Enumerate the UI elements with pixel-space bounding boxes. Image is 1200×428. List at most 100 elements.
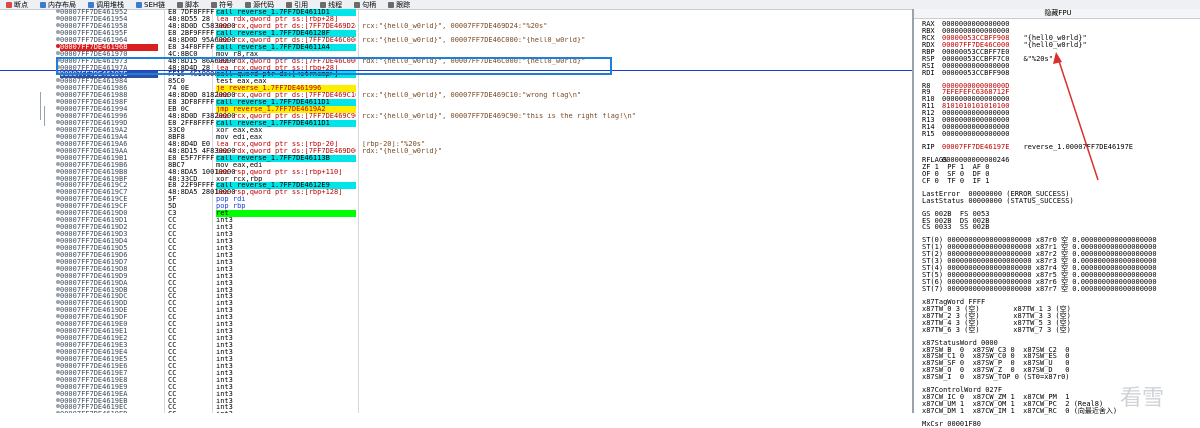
disasm-row[interactable]: 00007FF7DE4619DD CC int3 [0,300,912,307]
disasm-row[interactable]: 00007FF7DE461954 48:8D55 28 lea rdx,qword … [0,15,912,23]
disasm-row[interactable]: 00007FF7DE4619DC CC int3 [0,293,912,300]
disasm-address: 00007FF7DE4619DB [60,286,128,294]
disasm-row[interactable]: 00007FF7DE4619CE 5F pop rdi [0,196,912,203]
disasm-instruction: int3 [216,251,233,259]
disasm-row[interactable]: 00007FF7DE461958 48:8D0D C5830000 lea rcx,… [0,22,912,30]
disasm-row[interactable]: 00007FF7DE461996 48:8D0D F3820000 lea rcx,… [0,113,912,120]
disasm-address: 00007FF7DE461952 [60,9,128,16]
tab-handle[interactable]: 句柄 [348,0,382,9]
disasm-row[interactable]: 00007FF7DE4619D4 CC int3 [0,237,912,245]
disasm-address: 00007FF7DE4619E6 [60,362,128,370]
disasm-row[interactable]: 00007FF7DE4619E8 CC int3 [0,376,912,384]
disasm-instruction: int3 [216,376,233,384]
disasm-row[interactable]: 00007FF7DE4619EA CC int3 [0,390,912,398]
register-r15[interactable]: R15 0000000000000000 [922,131,1198,138]
disasm-address: 00007FF7DE46199D [60,120,128,127]
disasm-row[interactable]: 00007FF7DE4619B1 E8 E5F7FFFF call reverse_… [0,154,912,162]
disasm-row[interactable]: 00007FF7DE4619B8 48:8DA5 10010000 lea rsp,… [0,168,912,176]
disasm-row[interactable]: 00007FF7DE4619D5 CC int3 [0,244,912,252]
tab-seh[interactable]: SEH链 [130,0,171,9]
tab-trace[interactable]: 跟踪 [382,0,416,9]
disasm-row[interactable]: 00007FF7DE46195F E8 2BF9FFFF call reverse_… [0,29,912,37]
disasm-row[interactable]: 00007FF7DE46196B E8 34F8FFFF call reverse_… [0,43,912,51]
disasm-row[interactable]: 00007FF7DE4619D2 CC int3 [0,224,912,231]
disasm-row[interactable]: 00007FF7DE461964 48:8D0D 95A60000 lea rcx,… [0,36,912,44]
disasm-row[interactable]: 00007FF7DE4619E2 CC int3 [0,335,912,342]
disasm-instruction: int3 [216,390,233,398]
disasm-row[interactable]: 00007FF7DE4619C7 48:8DA5 28010000 lea rsp,… [0,189,912,196]
disasm-row[interactable]: 00007FF7DE461988 48:8D0D 81820000 lea rcx,… [0,92,912,99]
registers-panel[interactable]: 隐藏FPU RAX 0000000000000000 RBX 000000000000… [912,9,1200,427]
disasm-row[interactable]: 00007FF7DE4619EB CC int3 [0,397,912,405]
disasm-row[interactable]: 00007FF7DE4619CF 5D pop rbp [0,203,912,210]
disasm-row[interactable]: 00007FF7DE4619E9 CC int3 [0,383,912,391]
script-icon [177,1,184,8]
disasm-row[interactable]: 00007FF7DE461984 85C0 test eax,eax [0,78,912,85]
disasm-address: 00007FF7DE461988 [60,92,128,100]
disasm-instruction: int3 [216,348,233,356]
disasm-row[interactable]: 00007FF7DE4619AA 48:8D15 4F830000 lea rdx,… [0,147,912,155]
disasm-row[interactable]: 00007FF7DE4619D1 CC int3 [0,217,912,224]
tab-source[interactable]: 源代码 [239,0,280,9]
register-value[interactable]: 00000053CCBFF908 [942,69,1009,77]
disasm-row[interactable]: 00007FF7DE461952 E8 7DF8FFFF call reverse_… [0,9,912,16]
tab-reference[interactable]: 引用 [280,0,314,9]
disasm-instruction: call reverse_1.7FF7DE4611D1 [216,9,356,16]
disasm-row[interactable]: 00007FF7DE4619A4 8BF8 mov edi,eax [0,133,912,141]
disasm-row[interactable]: 00007FF7DE4619C2 E8 22F9FFFF call reverse_… [0,182,912,190]
disasm-address: 00007FF7DE4619D0 [60,210,128,218]
disasm-row[interactable]: 00007FF7DE4619E4 CC int3 [0,348,912,356]
disasm-row[interactable]: 00007FF7DE4619E5 CC int3 [0,355,912,363]
disasm-row[interactable]: 00007FF7DE46199D E8 2FF8FFFF call reverse_… [0,120,912,127]
register-name: R15 [922,130,935,139]
disasm-row[interactable]: 00007FF7DE4619DA CC int3 [0,279,912,287]
disasm-row[interactable]: 00007FF7DE461994 EB 0C jmp reverse_1.7FF7D… [0,106,912,114]
annotation-highlight-box [56,57,612,75]
disasm-address: 00007FF7DE4619BF [60,175,128,183]
tab-symbol[interactable]: 符号 [205,0,239,9]
disasm-row[interactable]: 00007FF7DE4619E6 CC int3 [0,362,912,370]
disasm-row[interactable]: 00007FF7DE4619E1 CC int3 [0,328,912,335]
reference-icon [286,1,293,8]
disasm-row[interactable]: 00007FF7DE461986 74 0E je reverse_1.7FF7DE… [0,85,912,93]
register-info-line: CS 0033 SS 002B [922,223,990,232]
disasm-address: 00007FF7DE461954 [60,15,128,23]
jump-arrow-line [40,92,41,120]
disasm-row[interactable]: 00007FF7DE46198F E8 3DF8FFFF call reverse_… [0,99,912,107]
disasm-address: 00007FF7DE4619EA [60,390,128,398]
disasm-instruction: int3 [216,258,233,266]
disasm-instruction: lea rcx,qword ptr ds:[7FF7DE469C10] [216,92,356,100]
register-rip[interactable]: RIP 00007FF7DE46197E reverse_1.00007FF7DE4… [922,144,1198,151]
disasm-row[interactable]: 00007FF7DE4619E0 CC int3 [0,321,912,328]
disasm-address: 00007FF7DE461986 [60,85,128,93]
disasm-row[interactable]: 00007FF7DE4619D9 CC int3 [0,272,912,280]
disasm-row[interactable]: 00007FF7DE4619D6 CC int3 [0,251,912,259]
disasm-row[interactable]: 00007FF7DE4619A2 33C0 xor eax,eax [0,126,912,134]
register-value[interactable]: 0000000000000000 [942,130,1009,138]
disasm-row[interactable]: 00007FF7DE4619DB CC int3 [0,286,912,294]
tab-memory[interactable]: 内存布局 [34,0,82,9]
tab-breakpoint[interactable]: 断点 [0,0,34,9]
disasm-row[interactable]: 00007FF7DE4619EC CC int3 [0,404,912,411]
disasm-row[interactable]: 00007FF7DE4619D8 CC int3 [0,265,912,273]
tab-script[interactable]: 脚本 [171,0,205,9]
disasm-instruction: lea rcx,qword ptr ds:[7FF7DE469C90] [216,113,356,121]
tab-callstack[interactable]: 调用堆栈 [82,0,130,9]
disasm-address: 00007FF7DE4619E7 [60,369,128,377]
disasm-row[interactable]: 00007FF7DE4619DE CC int3 [0,307,912,314]
disasm-row[interactable]: 00007FF7DE4619E7 CC int3 [0,369,912,377]
register-value[interactable]: 00007FF7DE46197E [942,143,1009,151]
disasm-instruction: int3 [216,265,233,273]
registers-panel-title[interactable]: 隐藏FPU [914,9,1200,19]
disasm-address: 00007FF7DE4619B1 [60,154,128,162]
disasm-row[interactable]: 00007FF7DE4619BF 48:33CD xor rcx,rbp [0,175,912,183]
disasm-row[interactable]: 00007FF7DE4619A6 48:8D4D E0 lea rcx,qword … [0,140,912,148]
register-rdi[interactable]: RDI 00000053CCBFF908 [922,69,1198,77]
tab-thread[interactable]: 线程 [314,0,348,9]
disasm-row[interactable]: 00007FF7DE4619DF CC int3 [0,314,912,321]
disasm-row[interactable]: 00007FF7DE4619D3 CC int3 [0,231,912,238]
disasm-row[interactable]: 00007FF7DE4619E3 CC int3 [0,342,912,349]
disasm-row[interactable]: 00007FF7DE4619B6 8BC7 mov eax,edi [0,161,912,169]
disasm-row[interactable]: 00007FF7DE4619D0 C3 ret [0,210,912,218]
disasm-row[interactable]: 00007FF7DE4619D7 CC int3 [0,258,912,266]
